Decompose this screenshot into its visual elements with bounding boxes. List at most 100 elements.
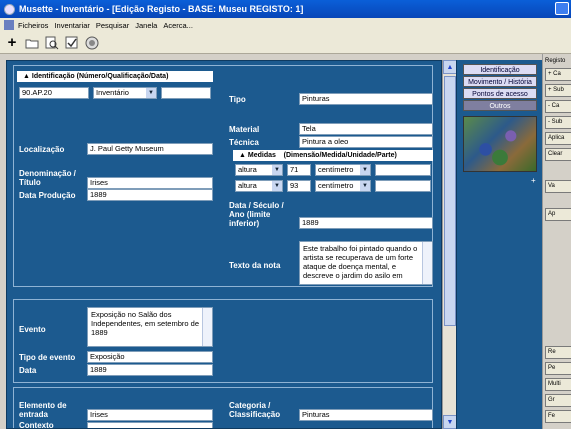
denominacao-label: Denominação / Título [19,169,76,187]
chevron-down-icon[interactable]: ▼ [272,165,282,175]
nav-pontos-acesso[interactable]: Pontos de acesso [463,88,537,99]
elemento-entrada-field[interactable]: Irises [87,409,213,421]
add-subfield-button[interactable]: + Sub [545,84,571,97]
material-field[interactable]: Tela [299,123,433,135]
search-button[interactable]: Pe [545,362,571,375]
chevron-down-icon[interactable]: ▼ [360,165,370,175]
record-form: ▲ Identificação (Número/Qualificação/Dat… [6,60,442,429]
data-seculo-field[interactable]: 1889 [299,217,433,229]
add-icon[interactable]: + [4,34,20,51]
data-producao-label: Data Produção [19,191,76,200]
chevron-down-icon[interactable]: ▼ [272,181,282,191]
menubar: Ficheiros Inventariar Pesquisar Janela A… [0,18,571,32]
menu-inventariar[interactable]: Inventariar [54,21,89,30]
folder-icon[interactable] [24,35,40,51]
remove-subfield-button[interactable]: - Sub [545,116,571,129]
medida-unit-select[interactable]: centímetro ▼ [315,164,371,176]
search-icon[interactable] [44,35,60,51]
data-seculo-label: Data / Século / Ano (limite inferior) [229,201,284,228]
report-button[interactable]: Re [545,346,571,359]
validate-button[interactable]: Va [545,180,571,193]
menu-janela[interactable]: Janela [135,21,157,30]
remove-field-button[interactable]: - Ca [545,100,571,113]
form-scrollbar[interactable]: ▲ ▼ [442,60,457,429]
nav-movimento-historia[interactable]: Movimento / História [463,76,537,87]
section-evento [13,299,433,383]
data-evento-field[interactable]: 1889 [87,364,213,376]
medida-dimension-value: altura [238,165,257,174]
categoria-field[interactable]: Pinturas [299,409,433,421]
menu-ficheiros[interactable]: Ficheiros [18,21,48,30]
window-control-button[interactable] [555,2,569,15]
tipo-evento-field[interactable]: Exposição [87,351,213,363]
add-field-button[interactable]: + Ca [545,68,571,81]
medida-part-field[interactable] [375,180,431,192]
identification-date-field[interactable] [161,87,211,99]
data-producao-field[interactable]: 1889 [87,189,213,201]
window-titlebar: Musette - Inventário - [Edição Registo -… [0,0,571,18]
texto-nota-textarea[interactable]: Este trabalho foi pintado quando o artis… [299,241,433,285]
evento-textarea[interactable]: Exposição no Salão dos Independentes, em… [87,307,213,347]
contexto-label: Contexto [19,421,54,429]
close-button[interactable]: Fe [545,410,571,423]
medida-dimension-select[interactable]: altura ▼ [235,164,283,176]
medida-value-field[interactable]: 93 [287,180,311,192]
scroll-down-icon[interactable]: ▼ [443,415,457,429]
texto-nota-value: Este trabalho foi pintado quando o artis… [303,244,418,280]
tipo-field[interactable]: Pinturas [299,93,433,105]
menu-acerca[interactable]: Acerca... [163,21,193,30]
medidas-header: ▲ Medidas (Dimensão/Medida/Unidade/Parte… [233,150,433,161]
evento-value: Exposição no Salão dos Independentes, em… [91,310,199,337]
globe-icon[interactable] [84,35,100,51]
apply-record-button[interactable]: Ap [545,208,571,221]
nav-identificacao[interactable]: Identificação [463,64,537,75]
tipo-evento-label: Tipo de evento [19,353,76,362]
denominacao-field[interactable]: Irises [87,177,213,189]
navigation-pane: Identificação Movimento / História Ponto… [456,60,542,429]
medida-unit-select[interactable]: centímetro ▼ [315,180,371,192]
medidas-header-right: (Dimensão/Medida/Unidade/Parte) [283,152,397,159]
action-panel: Registo + Ca + Sub - Ca - Sub Aplica Cle… [542,54,571,429]
nav-outros[interactable]: Outros [463,100,537,111]
expand-icon[interactable]: + [531,176,536,185]
categoria-label: Categoria / Classificação [229,401,281,419]
save-button[interactable]: Gr [545,394,571,407]
scrollbar-thumb[interactable] [444,76,456,326]
collapse-icon[interactable]: ▲ [23,73,32,80]
clear-button[interactable]: Clear [545,148,571,161]
contexto-field[interactable] [87,422,213,428]
medida-value-field[interactable]: 71 [287,164,311,176]
apply-button[interactable]: Aplica [545,132,571,145]
scroll-up-icon[interactable]: ▲ [443,60,457,74]
window-title: Musette - Inventário - [Edição Registo -… [19,4,304,14]
medida-dimension-value: altura [238,181,257,190]
chevron-down-icon[interactable]: ▼ [360,181,370,191]
registo-label: Registo [545,58,566,64]
medidas-header-left: Medidas [247,152,276,159]
textarea-scrollbar[interactable] [422,242,432,284]
artwork-thumbnail[interactable] [463,116,537,172]
evento-label: Evento [19,325,46,334]
texto-nota-label: Texto da nota [229,261,281,270]
inventory-number-field[interactable]: 90.AP.20 [19,87,89,99]
menu-app-icon[interactable] [4,20,14,30]
menu-pesquisar[interactable]: Pesquisar [96,21,129,30]
localizacao-field[interactable]: J. Paul Getty Museum [87,143,213,155]
localizacao-label: Localização [19,145,65,154]
medida-dimension-select[interactable]: altura ▼ [235,180,283,192]
chevron-down-icon[interactable]: ▼ [146,88,156,98]
tecnica-label: Técnica [229,138,259,147]
data-evento-label: Data [19,366,37,375]
multimedia-button[interactable]: Multi [545,378,571,391]
medida-unit-value: centímetro [318,165,354,174]
check-icon[interactable] [64,35,80,51]
medida-unit-value: centímetro [318,181,354,190]
qualification-select[interactable]: Inventário ▼ [93,87,157,99]
toolbar: + [0,32,571,54]
collapse-icon[interactable]: ▲ [239,152,248,159]
identificacao-header: ▲ Identificação (Número/Qualificação/Dat… [17,71,213,82]
app-icon [4,3,15,15]
textarea-scrollbar[interactable] [202,308,212,346]
medida-part-field[interactable] [375,164,431,176]
tecnica-field[interactable]: Pintura a oleo [299,136,433,148]
